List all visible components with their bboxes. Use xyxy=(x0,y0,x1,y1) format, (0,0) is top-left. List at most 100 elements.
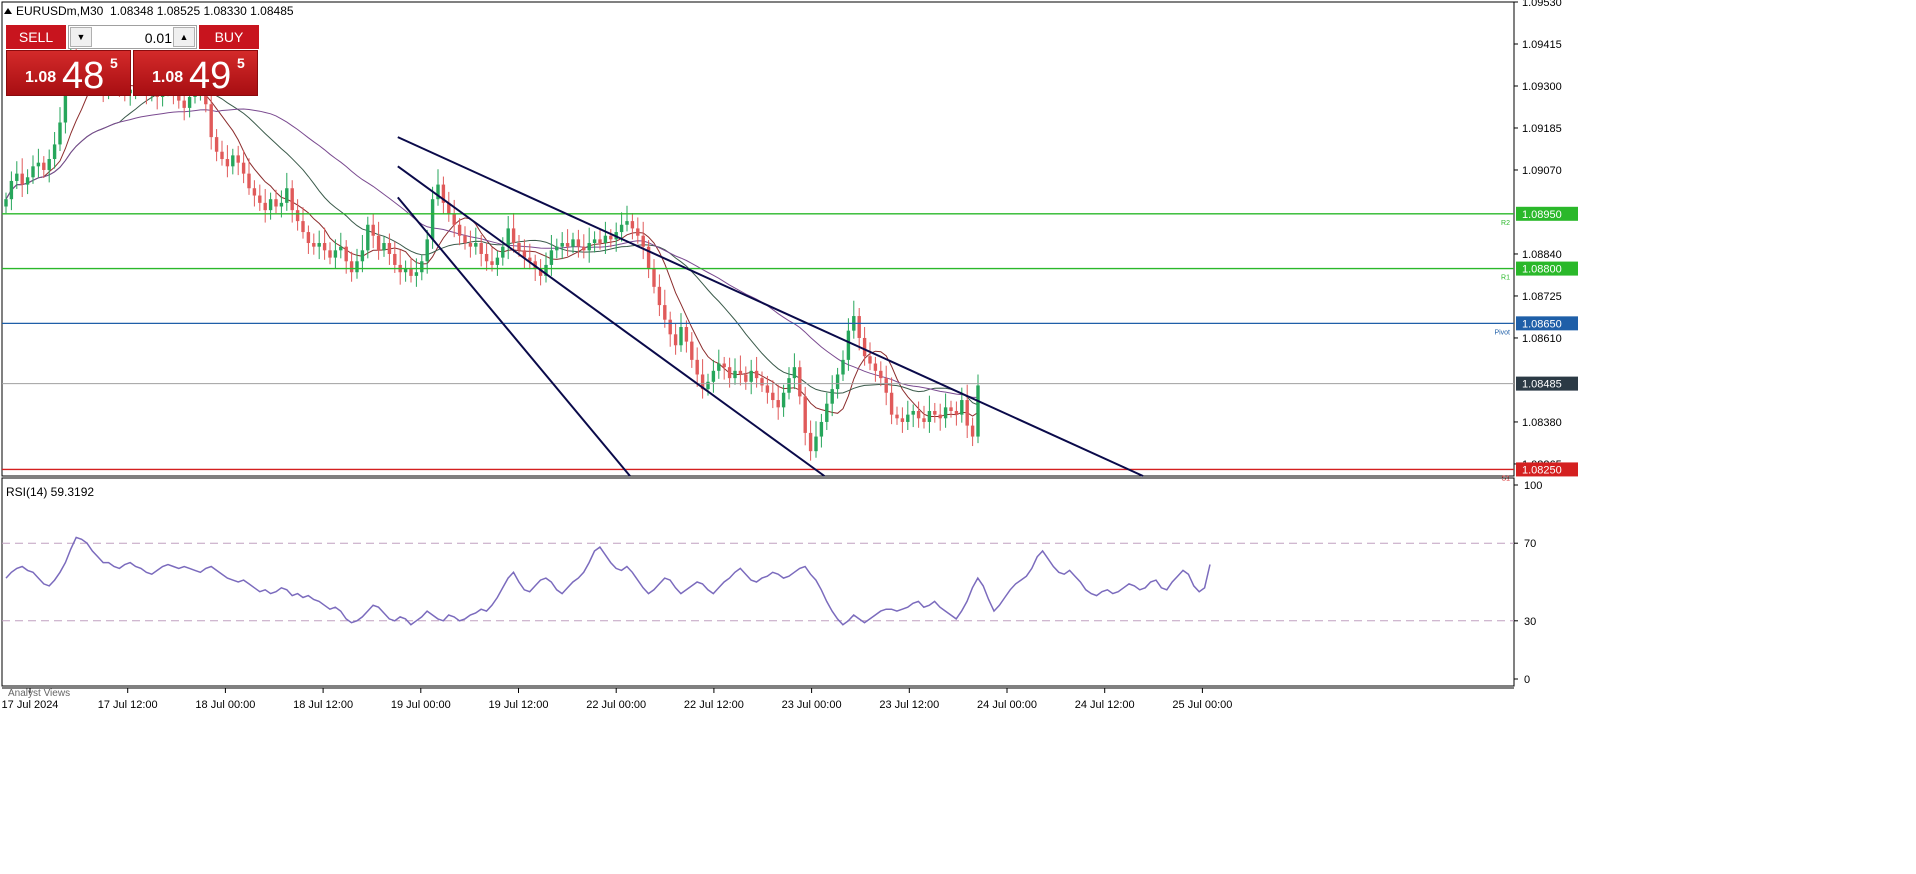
candle-body xyxy=(463,235,467,244)
rsi-pane[interactable] xyxy=(1,477,1515,689)
candle-body xyxy=(690,341,694,360)
candle-body xyxy=(787,378,791,393)
candle-body xyxy=(501,246,505,258)
candle-body xyxy=(209,104,213,138)
level-price-text: 1.08950 xyxy=(1522,209,1562,221)
collapse-triangle-icon[interactable] xyxy=(4,8,12,14)
candle-body xyxy=(290,188,294,211)
lot-size-input[interactable] xyxy=(94,28,174,48)
buy-button[interactable]: BUY xyxy=(199,25,259,49)
candle-body xyxy=(252,188,257,196)
candle-body xyxy=(868,356,872,364)
x-tick-label: 23 Jul 12:00 xyxy=(879,699,939,711)
candle-body xyxy=(571,239,575,247)
candle-body xyxy=(808,432,813,452)
candle-body xyxy=(862,337,867,357)
candle-body xyxy=(225,159,230,167)
candle-body xyxy=(452,213,456,225)
candle-body xyxy=(825,403,829,422)
candle-body xyxy=(187,96,192,108)
candle-body xyxy=(274,199,278,207)
sell-price-prefix: 1.08 xyxy=(25,69,57,86)
candle-body xyxy=(857,316,861,338)
x-tick-label: 22 Jul 12:00 xyxy=(684,699,744,711)
one-click-trading-panel: SELL ▼ ▲ BUY 1.08 48 5 1.08 49 5 xyxy=(6,25,259,97)
candle-body xyxy=(474,243,478,247)
candle-body xyxy=(31,166,35,178)
analyst-views-label[interactable]: Analyst Views xyxy=(8,688,70,699)
channel-line xyxy=(397,165,825,477)
candle-body xyxy=(258,195,262,203)
level-price-text: 1.08800 xyxy=(1522,264,1562,276)
rsi-tick-label: 0 xyxy=(1524,674,1530,686)
rsi-label: RSI(14) 59.3192 xyxy=(6,485,95,499)
candle-body xyxy=(231,155,235,167)
candle-body xyxy=(668,319,672,335)
candle-body xyxy=(344,246,348,262)
lot-decrease-chevron-down-icon[interactable]: ▼ xyxy=(70,27,92,47)
sell-price-quote[interactable]: 1.08 48 5 xyxy=(6,50,131,97)
candle-body xyxy=(495,257,500,265)
candle-body xyxy=(922,418,926,422)
candle-body xyxy=(619,224,624,233)
candle-body xyxy=(9,180,14,200)
candle-body xyxy=(517,243,521,251)
candle-body xyxy=(592,239,597,244)
y-tick-label: 1.09530 xyxy=(1522,0,1562,9)
x-tick-label: 23 Jul 00:00 xyxy=(782,699,842,711)
candle-body xyxy=(587,243,591,251)
rsi-tick-label: 70 xyxy=(1524,538,1536,550)
candle-body xyxy=(387,243,392,254)
candle-body xyxy=(960,400,964,415)
level-price-text: 1.08250 xyxy=(1522,464,1562,476)
y-tick-label: 1.08725 xyxy=(1522,291,1562,303)
x-tick-label: 19 Jul 12:00 xyxy=(489,699,549,711)
sell-button[interactable]: SELL xyxy=(6,25,66,49)
price-chart[interactable]: R2 R1 Pivot S1 1.09530 1.09415 1.09300 1.09185… xyxy=(0,0,1916,874)
buy-price-quote[interactable]: 1.08 49 5 xyxy=(133,50,258,97)
candle-body xyxy=(609,235,613,240)
candle-body xyxy=(506,228,510,247)
lot-increase-chevron-up-icon[interactable]: ▲ xyxy=(173,27,195,47)
candle-body xyxy=(954,410,959,415)
lot-size-box: ▼ ▲ xyxy=(68,25,197,49)
candle-body xyxy=(673,334,678,346)
candle-body xyxy=(360,250,365,262)
candle-body xyxy=(933,410,937,415)
candle-body xyxy=(630,221,635,229)
candle-body xyxy=(798,367,802,397)
candle-body xyxy=(733,370,737,379)
candle-body xyxy=(949,407,953,411)
candle-body xyxy=(943,407,948,419)
candle-body xyxy=(603,235,608,244)
candle-body xyxy=(371,224,375,236)
moving-average-line xyxy=(5,74,979,417)
y-tick-label: 1.08840 xyxy=(1522,249,1562,261)
candle-body xyxy=(268,199,273,211)
candle-body xyxy=(814,436,818,452)
candle-body xyxy=(42,162,46,170)
moving-average-line xyxy=(5,83,979,406)
candle-body xyxy=(916,410,921,419)
buy-price-prefix: 1.08 xyxy=(152,69,184,86)
candle-body xyxy=(657,286,662,306)
candle-body xyxy=(322,243,327,251)
candle-body xyxy=(25,177,30,185)
candle-body xyxy=(430,199,435,240)
candle-body xyxy=(906,414,910,422)
candle-body xyxy=(279,202,284,207)
ohlc-values: 1.08348 1.08525 1.08330 1.08485 xyxy=(110,4,294,18)
candle-body xyxy=(425,239,429,262)
candle-body xyxy=(641,235,645,247)
candle-body xyxy=(792,367,797,379)
candle-body xyxy=(803,396,807,433)
candle-body xyxy=(301,221,305,233)
candle-body xyxy=(965,400,969,426)
candle-body xyxy=(884,378,888,393)
candle-body xyxy=(306,232,311,244)
candle-body xyxy=(760,378,764,386)
candle-body xyxy=(695,359,699,375)
candle-body xyxy=(236,155,240,163)
candle-body xyxy=(47,159,51,170)
candle-body xyxy=(776,400,780,408)
